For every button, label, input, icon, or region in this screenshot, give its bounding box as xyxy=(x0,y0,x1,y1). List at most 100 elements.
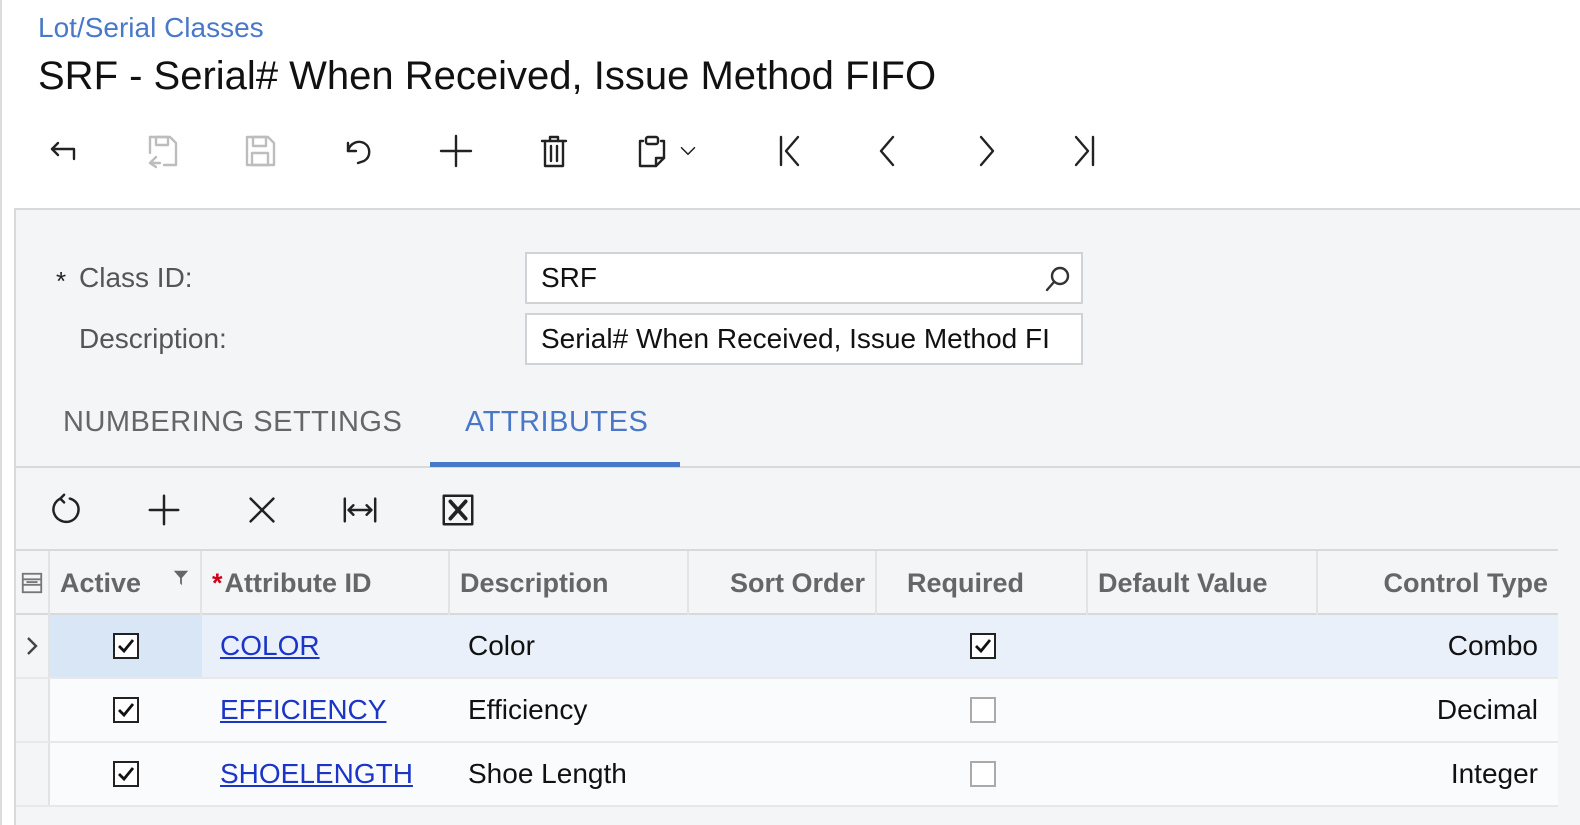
default-value-cell[interactable] xyxy=(1088,743,1318,805)
attribute-id-cell[interactable]: COLOR xyxy=(210,615,450,677)
save-button[interactable] xyxy=(222,118,298,184)
control-type-cell[interactable]: Integer xyxy=(1318,743,1548,805)
plus-icon xyxy=(439,134,473,168)
description-cell[interactable]: Efficiency xyxy=(458,679,688,741)
excel-export-icon xyxy=(442,494,474,526)
class-id-value: SRF xyxy=(541,262,597,293)
save-close-icon xyxy=(148,135,178,169)
clipboard-icon xyxy=(638,135,666,168)
breadcrumb[interactable]: Lot/Serial Classes xyxy=(38,12,264,44)
refresh-button[interactable] xyxy=(28,474,104,546)
add-new-button[interactable] xyxy=(418,118,494,184)
delete-row-button[interactable] xyxy=(224,474,300,546)
required-cell[interactable] xyxy=(877,615,1088,677)
class-id-field[interactable]: SRF xyxy=(525,252,1083,304)
trash-icon xyxy=(540,135,568,168)
back-button[interactable] xyxy=(26,118,102,184)
sort-order-cell[interactable] xyxy=(689,743,877,805)
page-title: SRF - Serial# When Received, Issue Metho… xyxy=(38,54,937,98)
attribute-id-link[interactable]: EFFICIENCY xyxy=(220,694,386,726)
column-header-sort-order[interactable]: Sort Order xyxy=(689,551,877,615)
column-settings-button[interactable] xyxy=(16,551,50,615)
attribute-id-link[interactable]: COLOR xyxy=(220,630,320,662)
column-header-active-label: Active xyxy=(60,567,142,598)
row-selector[interactable] xyxy=(16,743,50,805)
control-type-cell[interactable]: Decimal xyxy=(1318,679,1548,741)
undo-arrow-icon xyxy=(50,141,76,161)
chevron-down-icon xyxy=(680,146,696,156)
last-icon xyxy=(1074,135,1095,167)
chevron-left-icon xyxy=(879,135,895,167)
plus-icon xyxy=(148,494,180,526)
delete-button[interactable] xyxy=(516,118,592,184)
required-cell[interactable] xyxy=(877,679,1088,741)
column-header-required[interactable]: Required xyxy=(877,551,1088,615)
table-row[interactable]: COLOR Color Combo xyxy=(16,615,1558,679)
revert-icon xyxy=(346,140,371,165)
first-record-button[interactable] xyxy=(752,118,828,184)
sort-order-cell[interactable] xyxy=(689,615,877,677)
grid-header: Active * Attribute ID Description Sort O… xyxy=(16,549,1558,615)
last-record-button[interactable] xyxy=(1046,118,1122,184)
row-selector[interactable] xyxy=(16,679,50,741)
export-excel-button[interactable] xyxy=(420,474,496,546)
required-cell[interactable] xyxy=(877,743,1088,805)
save-and-close-button[interactable] xyxy=(124,118,200,184)
refresh-icon xyxy=(52,493,80,524)
main-toolbar xyxy=(26,118,1146,184)
active-checkbox[interactable] xyxy=(113,761,139,787)
attribute-id-cell[interactable]: EFFICIENCY xyxy=(210,679,450,741)
column-header-control-type[interactable]: Control Type xyxy=(1318,551,1558,615)
attribute-id-cell[interactable]: SHOELENGTH xyxy=(210,743,450,805)
active-cell[interactable] xyxy=(50,679,202,741)
tab-attributes[interactable]: ATTRIBUTES xyxy=(465,406,648,439)
first-icon xyxy=(779,135,800,167)
close-icon xyxy=(249,497,275,523)
description-label: Description: xyxy=(79,323,227,354)
attribute-id-link[interactable]: SHOELENGTH xyxy=(220,758,413,790)
required-checkbox[interactable] xyxy=(969,633,996,659)
active-cell[interactable] xyxy=(50,743,202,805)
chevron-right-icon xyxy=(27,637,38,655)
control-type-cell[interactable]: Combo xyxy=(1318,615,1548,677)
sort-order-cell[interactable] xyxy=(689,679,877,741)
tab-numbering-settings[interactable]: NUMBERING SETTINGS xyxy=(63,406,402,439)
class-id-label: Class ID: xyxy=(79,262,193,293)
required-checkbox[interactable] xyxy=(969,761,996,787)
fit-columns-button[interactable] xyxy=(322,474,398,546)
column-header-default-value[interactable]: Default Value xyxy=(1088,551,1318,615)
column-header-attribute-id-label: Attribute ID xyxy=(224,567,372,598)
active-checkbox[interactable] xyxy=(113,697,139,723)
next-record-button[interactable] xyxy=(948,118,1024,184)
required-checkbox[interactable] xyxy=(969,697,996,723)
attribute-id-required-marker: * xyxy=(212,567,223,598)
row-selector[interactable] xyxy=(16,615,50,677)
column-header-active[interactable]: Active xyxy=(50,551,202,615)
active-tab-indicator xyxy=(430,462,680,467)
column-header-attribute-id[interactable]: * Attribute ID xyxy=(202,551,450,615)
default-value-cell[interactable] xyxy=(1088,615,1318,677)
previous-record-button[interactable] xyxy=(850,118,926,184)
required-marker: * xyxy=(56,266,67,296)
filter-icon[interactable] xyxy=(172,569,190,587)
search-icon[interactable] xyxy=(1043,264,1073,294)
default-value-cell[interactable] xyxy=(1088,679,1318,741)
copy-paste-dropdown[interactable] xyxy=(668,118,708,184)
column-header-description[interactable]: Description xyxy=(450,551,689,615)
description-cell[interactable]: Shoe Length xyxy=(458,743,688,805)
save-icon xyxy=(245,135,276,167)
active-checkbox[interactable] xyxy=(113,633,139,659)
page: Lot/Serial Classes SRF - Serial# When Re… xyxy=(0,0,1580,825)
description-cell[interactable]: Color xyxy=(458,615,688,677)
chevron-right-icon xyxy=(979,135,995,167)
table-row[interactable]: SHOELENGTH Shoe Length Integer xyxy=(16,743,1558,807)
table-row[interactable]: EFFICIENCY Efficiency Decimal xyxy=(16,679,1558,743)
cancel-button[interactable] xyxy=(320,118,396,184)
grid-toolbar xyxy=(16,474,516,546)
active-cell[interactable] xyxy=(50,615,202,677)
description-field[interactable]: Serial# When Received, Issue Method FI xyxy=(525,313,1083,365)
description-value: Serial# When Received, Issue Method FI xyxy=(541,323,1050,354)
add-row-button[interactable] xyxy=(126,474,202,546)
tab-divider xyxy=(16,466,1580,468)
fit-columns-icon xyxy=(343,497,377,523)
